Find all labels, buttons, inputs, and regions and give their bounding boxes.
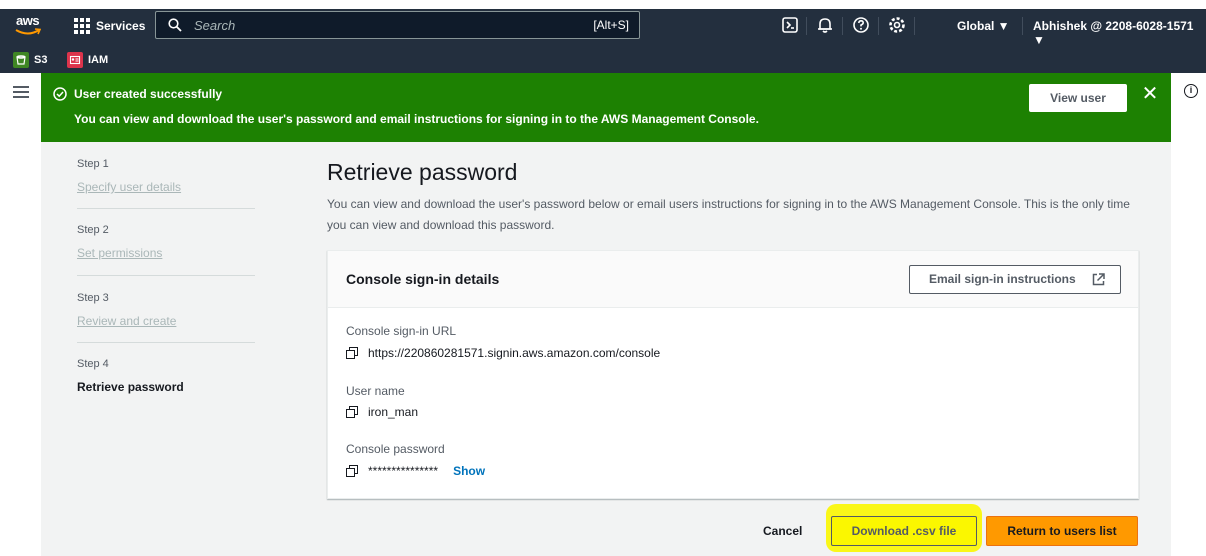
settings-icon[interactable] xyxy=(888,16,906,34)
success-flash-banner: User created successfully You can view a… xyxy=(41,73,1171,142)
wizard-step-2: Step 2 Set permissions xyxy=(77,224,162,260)
hamburger-menu-icon[interactable] xyxy=(13,86,29,98)
favorite-s3[interactable]: S3 xyxy=(13,52,47,68)
step-divider xyxy=(77,208,255,209)
cloudshell-icon[interactable] xyxy=(781,16,799,34)
container-title: Console sign-in details xyxy=(346,271,500,287)
wizard-step-1: Step 1 Specify user details xyxy=(77,158,181,194)
favorite-iam-label: IAM xyxy=(88,54,109,66)
nav-divider xyxy=(878,17,879,35)
step-divider xyxy=(77,342,255,343)
favorite-iam[interactable]: IAM xyxy=(67,52,108,68)
show-password-link[interactable]: Show xyxy=(453,464,485,478)
step-number: Step 1 xyxy=(77,158,109,170)
close-icon[interactable]: ✕ xyxy=(1141,84,1159,104)
aws-logo-text: aws xyxy=(16,13,40,28)
nav-divider xyxy=(1022,17,1023,35)
console-sign-in-details-container: Console sign-in details Email sign-in in… xyxy=(327,250,1139,499)
nav-divider xyxy=(842,17,843,35)
sign-in-url-text: https://220860281571.signin.aws.amazon.c… xyxy=(368,346,661,360)
view-user-button[interactable]: View user xyxy=(1029,84,1127,112)
nav-divider xyxy=(914,17,915,35)
sign-in-url-label: Console sign-in URL xyxy=(346,324,457,338)
step-number: Step 3 xyxy=(77,292,109,304)
search-input[interactable]: Search [Alt+S] xyxy=(155,11,640,39)
step-divider xyxy=(77,275,255,276)
cancel-button[interactable]: Cancel xyxy=(763,524,802,538)
favorites-bar: S3 IAM xyxy=(0,50,1206,73)
bell-icon[interactable] xyxy=(816,16,834,34)
return-to-users-list-button[interactable]: Return to users list xyxy=(986,516,1138,546)
user-name-label: User name xyxy=(346,384,405,398)
wizard-step-3: Step 3 Review and create xyxy=(77,292,176,328)
search-icon xyxy=(168,18,182,32)
account-menu[interactable]: Abhishek @ 2208-6028-1571 ▼ xyxy=(1033,19,1206,47)
step-label-active: Retrieve password xyxy=(77,380,184,394)
search-shortcut: [Alt+S] xyxy=(593,18,629,32)
search-placeholder: Search xyxy=(194,18,236,33)
services-menu-button[interactable]: Services xyxy=(74,15,145,37)
top-navigation: aws Services Search [Alt+S] Global ▼ Abh… xyxy=(0,0,1206,50)
step-number: Step 2 xyxy=(77,224,109,236)
page-description: You can view and download the user's pas… xyxy=(327,197,1130,232)
download-csv-button[interactable]: Download .csv file xyxy=(831,516,977,546)
grid-icon xyxy=(74,18,90,34)
check-circle-icon xyxy=(53,87,67,101)
help-icon[interactable] xyxy=(852,16,870,34)
user-name-value: iron_man xyxy=(346,405,418,419)
flash-title: User created successfully xyxy=(74,87,223,101)
copy-icon[interactable] xyxy=(346,405,359,419)
email-button-label: Email sign-in instructions xyxy=(929,272,1076,286)
user-name-text: iron_man xyxy=(368,405,419,419)
region-selector[interactable]: Global ▼ xyxy=(957,19,1010,33)
page-title: Retrieve password xyxy=(327,159,518,185)
console-password-value: *************** Show xyxy=(346,464,485,478)
email-sign-in-instructions-button[interactable]: Email sign-in instructions xyxy=(909,265,1121,294)
iam-service-icon xyxy=(67,52,83,68)
step-label[interactable]: Review and create xyxy=(77,314,176,328)
wizard-step-4: Step 4 Retrieve password xyxy=(77,358,184,394)
info-icon[interactable]: i xyxy=(1184,84,1198,98)
step-label[interactable]: Specify user details xyxy=(77,180,181,194)
masked-password-text: *************** xyxy=(368,464,439,478)
sign-in-url-value: https://220860281571.signin.aws.amazon.c… xyxy=(346,346,660,360)
services-label: Services xyxy=(96,19,146,33)
step-number: Step 4 xyxy=(77,358,109,370)
s3-service-icon xyxy=(13,52,29,68)
flash-message: You can view and download the user's pas… xyxy=(74,112,759,126)
copy-icon[interactable] xyxy=(346,346,359,360)
external-link-icon xyxy=(1092,273,1105,286)
nav-divider xyxy=(806,17,807,35)
copy-icon[interactable] xyxy=(346,464,359,478)
step-label[interactable]: Set permissions xyxy=(77,246,162,260)
container-header: Console sign-in details Email sign-in in… xyxy=(328,251,1138,308)
favorite-s3-label: S3 xyxy=(34,54,48,66)
console-password-label: Console password xyxy=(346,442,445,456)
aws-logo[interactable]: aws xyxy=(14,12,48,40)
wizard-content: Step 1 Specify user details Step 2 Set p… xyxy=(41,142,1171,556)
